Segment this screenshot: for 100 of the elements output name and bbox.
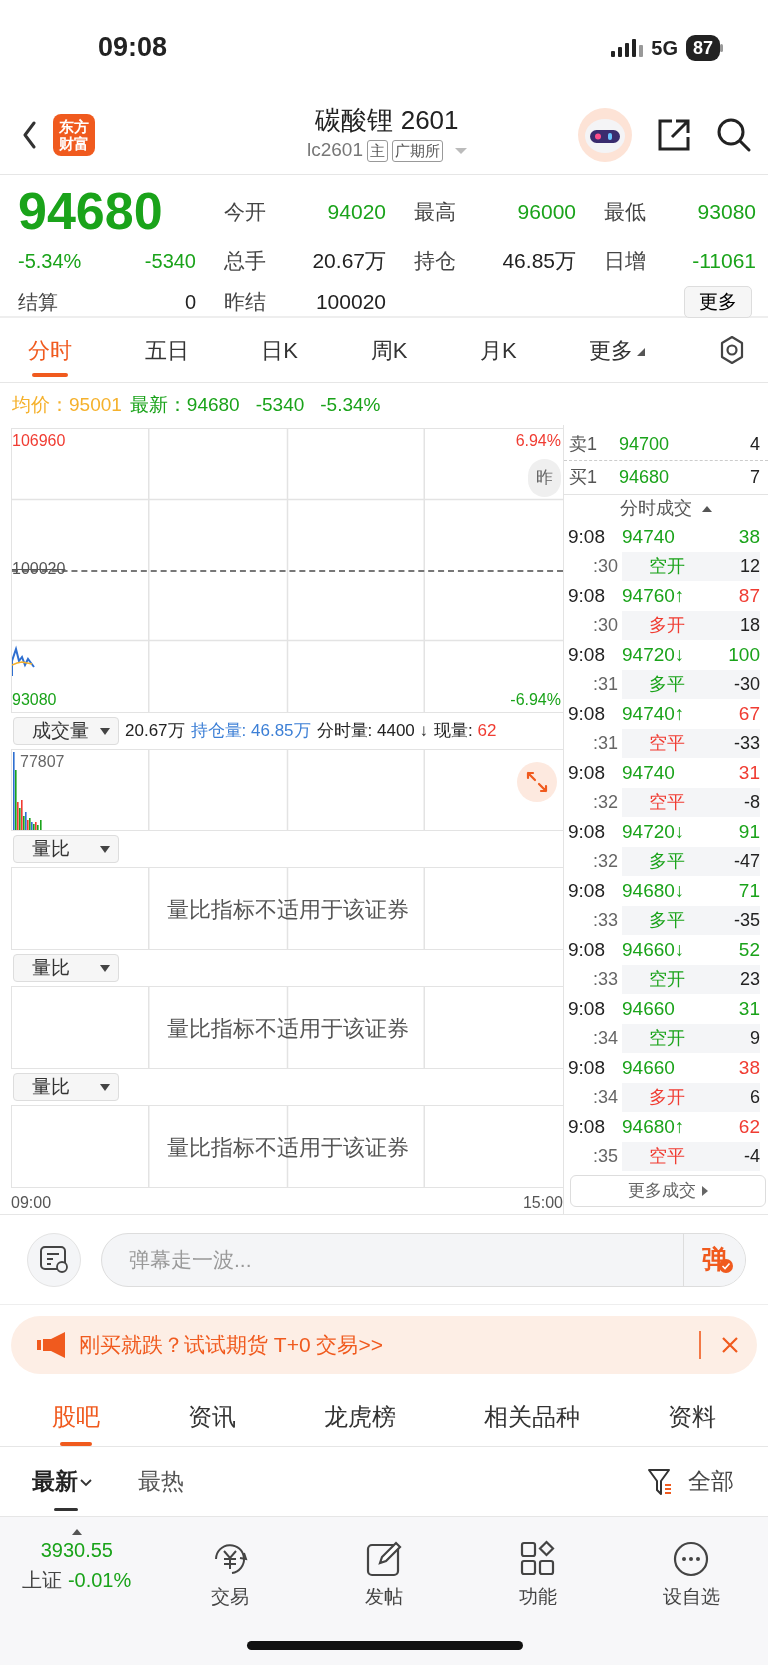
expand-icon[interactable] xyxy=(517,762,557,802)
price-axis-label: 100020 xyxy=(12,560,66,578)
trade-price: 94680↑ xyxy=(622,1114,686,1139)
trade-volume: 100 xyxy=(727,642,760,667)
stat-label: 结算 xyxy=(18,290,58,315)
section-tab[interactable]: 龙虎榜 xyxy=(324,1385,396,1446)
trade-volume: 67 xyxy=(737,701,760,726)
indicator-message: 量比指标不适用于该证券 xyxy=(165,1014,410,1042)
trade-price: 94720↓ xyxy=(622,819,686,844)
chart-tab[interactable]: 周K xyxy=(370,323,408,377)
market-tag: 广期所 xyxy=(392,139,443,162)
more-button[interactable]: 更多 xyxy=(684,286,752,318)
indicator-selector[interactable]: 量比 xyxy=(13,1073,119,1101)
filter-button[interactable]: 全部 xyxy=(641,1463,740,1500)
change-value: -5340 xyxy=(144,249,196,274)
indicator-selector[interactable]: 量比 xyxy=(13,954,119,982)
indicator-selector[interactable]: 成交量 xyxy=(13,717,119,745)
sort-tab[interactable]: 最热 xyxy=(138,1452,184,1511)
section-tab[interactable]: 资料 xyxy=(668,1385,716,1446)
trade-type: 多平 xyxy=(648,672,686,696)
percent-axis-label: 6.94% xyxy=(515,432,561,450)
trade-type: 多平 xyxy=(648,849,686,873)
trade-change: 12 xyxy=(738,554,760,578)
time-axis-label: 15:00 xyxy=(522,1193,563,1213)
stat-value: 20.67万 xyxy=(312,248,386,275)
settings-icon[interactable] xyxy=(718,336,746,364)
trade-change: -33 xyxy=(733,731,760,755)
trade-type: 空平 xyxy=(648,1144,686,1168)
stat-label: 昨结 xyxy=(224,289,266,316)
back-icon[interactable] xyxy=(22,120,37,149)
trade-change: 6 xyxy=(749,1085,760,1109)
nav-item[interactable]: 发帖 xyxy=(307,1525,461,1665)
trade-second: :34 xyxy=(591,1026,619,1050)
trade-change: -47 xyxy=(733,849,760,873)
trade-change: 23 xyxy=(738,967,760,991)
chart-tab[interactable]: 月K xyxy=(480,323,517,377)
trade-second: :33 xyxy=(591,908,619,932)
indicator-selector[interactable]: 量比 xyxy=(13,835,119,863)
banner-text: 刚买就跌？试试期货 T+0 交易>> xyxy=(79,1332,384,1359)
trade-price: 94720↓ xyxy=(622,642,686,667)
section-tab[interactable]: 相关品种 xyxy=(484,1385,580,1446)
trade-time: 9:08 xyxy=(567,1055,606,1080)
last-price: 94680 xyxy=(18,183,164,241)
trade-change: -35 xyxy=(733,908,760,932)
battery-level: 87 xyxy=(685,34,720,61)
network-label: 5G xyxy=(651,35,678,61)
chart-tab[interactable]: 五日 xyxy=(144,323,189,377)
current-volume: 62 xyxy=(477,721,497,741)
latest-change: -5340 xyxy=(255,393,305,417)
trade-price: 94660 xyxy=(622,1055,676,1080)
stat-label: 最高 xyxy=(414,199,456,226)
trade-time: 9:08 xyxy=(567,937,606,962)
filter-icon xyxy=(647,1467,672,1496)
trades-title: 分时成交 xyxy=(620,497,692,520)
trade-type: 多平 xyxy=(648,908,686,932)
trade-volume: 62 xyxy=(737,1114,760,1139)
open-interest: 持仓量: 46.85万 xyxy=(190,720,311,743)
index-quote[interactable]: 3930.55 上证 -0.01% xyxy=(0,1525,154,1665)
trade-time: 9:08 xyxy=(567,701,606,726)
trade-volume: 38 xyxy=(737,524,760,549)
sort-caret-icon[interactable] xyxy=(702,505,712,512)
trade-price: 94740↑ xyxy=(622,701,686,726)
trade-time: 9:08 xyxy=(567,524,606,549)
yesterday-button[interactable]: 昨 xyxy=(528,459,561,497)
total-volume: 20.67万 xyxy=(125,720,185,743)
trade-type: 空平 xyxy=(648,731,686,755)
price-axis-label: 93080 xyxy=(12,691,57,709)
more-trades-button[interactable]: 更多成交 xyxy=(570,1175,766,1207)
trade-price: 94660 xyxy=(622,996,676,1021)
trade-second: :31 xyxy=(591,672,619,696)
chart-tab[interactable]: 日K xyxy=(261,323,298,377)
trade-second: :32 xyxy=(591,849,619,873)
trade-volume: 91 xyxy=(737,819,760,844)
chevron-down-icon xyxy=(80,1479,92,1488)
battery-tip-icon xyxy=(720,43,724,52)
stat-value: 0 xyxy=(184,290,196,315)
section-tab[interactable]: 资讯 xyxy=(188,1385,236,1446)
trade-price: 94660↓ xyxy=(622,937,686,962)
sort-tab[interactable]: 最新 xyxy=(32,1452,92,1511)
trade-volume: 38 xyxy=(737,1055,760,1080)
stat-value: 93080 xyxy=(697,199,756,226)
trade-type: 多开 xyxy=(648,1085,686,1109)
nav-item[interactable]: 功能 xyxy=(460,1525,615,1665)
search-icon[interactable] xyxy=(716,116,752,153)
trade-time: 9:08 xyxy=(567,1114,606,1139)
stat-label: 持仓 xyxy=(414,248,456,275)
stat-value: 96000 xyxy=(517,199,576,226)
trade-volume: 31 xyxy=(737,760,760,785)
notes-settings-button[interactable] xyxy=(27,1232,81,1287)
average-price: 95001 xyxy=(69,394,122,415)
robot-icon[interactable] xyxy=(578,107,632,162)
trade-type: 空开 xyxy=(648,554,686,578)
nav-item[interactable]: 设自选 xyxy=(614,1525,768,1665)
close-icon[interactable] xyxy=(721,1336,739,1354)
instrument-title: 碳酸锂 2601 xyxy=(315,104,459,137)
chart-tab[interactable]: 更多 xyxy=(589,323,646,377)
megaphone-icon xyxy=(37,1332,65,1358)
time-axis-label: 09:00 xyxy=(11,1193,52,1213)
trade-time: 9:08 xyxy=(567,760,606,785)
nav-item[interactable]: 交易 xyxy=(153,1525,308,1665)
